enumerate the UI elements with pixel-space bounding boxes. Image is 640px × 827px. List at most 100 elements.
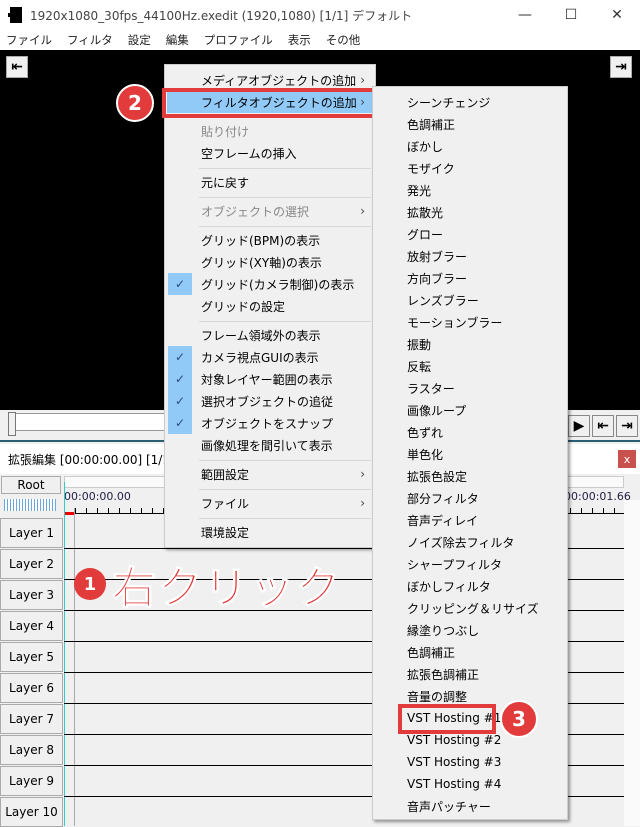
layer-6-button[interactable]: Layer 6 <box>0 673 63 703</box>
menu-file[interactable]: ファイル <box>6 32 52 48</box>
layer-8-button[interactable]: Layer 8 <box>0 735 63 765</box>
filter-item[interactable]: ぼかしフィルタ <box>407 575 491 597</box>
step-2-highlight <box>162 88 376 118</box>
ctx-paste[interactable]: 貼り付け <box>167 120 373 142</box>
filter-item[interactable]: 発光 <box>407 179 431 201</box>
ctx-file[interactable]: ファイル › <box>167 492 373 514</box>
filter-item[interactable]: 反転 <box>407 355 431 377</box>
filter-item[interactable]: 色調補正 <box>407 113 455 135</box>
filter-item[interactable]: モーションブラー <box>407 311 502 333</box>
ctx-label: 元に戻す <box>201 175 250 190</box>
layer-4-button[interactable]: Layer 4 <box>0 611 63 641</box>
menu-filter[interactable]: フィルタ <box>67 32 113 48</box>
ctx-snap-object[interactable]: ✓ オブジェクトをスナップ <box>167 412 373 434</box>
maximize-button[interactable]: ☐ <box>548 0 594 30</box>
play-icon[interactable]: ▶ <box>568 415 590 437</box>
ctx-label: グリッド(BPM)の表示 <box>201 233 321 248</box>
check-icon: ✓ <box>168 390 192 412</box>
ctx-label: 空フレームの挿入 <box>201 146 297 161</box>
filter-item[interactable]: クリッピング＆リサイズ <box>407 597 539 619</box>
check-icon: ✓ <box>168 346 192 368</box>
filter-item[interactable]: グロー <box>407 223 443 245</box>
prev-frame-icon[interactable]: ⇤ <box>6 56 28 78</box>
ctx-label: グリッドの設定 <box>201 299 286 314</box>
layer-5-button[interactable]: Layer 5 <box>0 642 63 672</box>
ctx-label: フレーム領域外の表示 <box>201 328 321 343</box>
cursor-line <box>64 482 65 826</box>
filter-item[interactable]: 色調補正 <box>407 641 455 663</box>
filter-item[interactable]: シーンチェンジ <box>407 91 490 113</box>
root-button[interactable]: Root <box>1 476 61 494</box>
ctx-label: 貼り付け <box>201 124 250 139</box>
filter-item[interactable]: VST Hosting #4 <box>407 773 501 795</box>
submenu-arrow-icon: › <box>360 73 365 87</box>
ctx-undo[interactable]: 元に戻す <box>167 171 373 193</box>
ctx-range-settings[interactable]: 範囲設定 › <box>167 463 373 485</box>
filter-item[interactable]: シャープフィルタ <box>407 553 502 575</box>
extended-edit-title: 拡張編集 [00:00:00.00] [1/1] <box>8 452 175 467</box>
ctx-preferences[interactable]: 環境設定 <box>167 521 373 543</box>
filter-item[interactable]: 方向ブラー <box>407 267 467 289</box>
filter-item[interactable]: 部分フィルタ <box>407 487 479 509</box>
go-end-icon[interactable]: ⇥ <box>616 415 638 437</box>
seek-thumb[interactable] <box>8 412 16 436</box>
layer-7-button[interactable]: Layer 7 <box>0 704 63 734</box>
step-1-label: 右クリック <box>112 563 342 615</box>
title-bar: 1920x1080_30fps_44100Hz.exedit (1920,108… <box>0 0 640 30</box>
ctx-outside-frame[interactable]: フレーム領域外の表示 <box>167 324 373 346</box>
filter-item[interactable]: ノイズ除去フィルタ <box>407 531 514 553</box>
menu-edit[interactable]: 編集 <box>166 32 189 48</box>
ctx-grid-camera[interactable]: ✓ グリッド(カメラ制御)の表示 <box>167 273 373 295</box>
filter-item[interactable]: 縁塗りつぶし <box>407 619 479 641</box>
filter-item[interactable]: 色ずれ <box>407 421 443 443</box>
filter-item[interactable]: VST Hosting #3 <box>407 751 501 773</box>
go-start-icon[interactable]: ⇤ <box>592 415 614 437</box>
extended-edit-close-button[interactable]: x <box>618 450 636 468</box>
filter-item[interactable]: 単色化 <box>407 443 443 465</box>
ctx-camera-gui[interactable]: ✓ カメラ視点GUIの表示 <box>167 346 373 368</box>
menu-settings[interactable]: 設定 <box>128 32 151 48</box>
filter-item[interactable]: レンズブラー <box>407 289 479 311</box>
menu-other[interactable]: その他 <box>326 32 361 48</box>
filter-item[interactable]: ぼかし <box>407 135 443 157</box>
filter-item[interactable]: 拡張色設定 <box>407 465 467 487</box>
filter-item[interactable]: 拡散光 <box>407 201 443 223</box>
minimize-button[interactable]: — <box>502 0 548 30</box>
close-button[interactable]: ✕ <box>594 0 640 30</box>
menu-separator <box>199 226 371 227</box>
layer-10-button[interactable]: Layer 10 <box>0 797 63 827</box>
ctx-grid-xy[interactable]: グリッド(XY軸)の表示 <box>167 251 373 273</box>
menu-bar: ファイル フィルタ 設定 編集 プロファイル 表示 その他 <box>0 30 640 50</box>
filter-item[interactable]: 拡張色調補正 <box>407 663 479 685</box>
filter-item[interactable]: 放射ブラー <box>407 245 467 267</box>
menu-profile[interactable]: プロファイル <box>204 32 273 48</box>
ctx-grid-settings[interactable]: グリッドの設定 <box>167 295 373 317</box>
menu-separator <box>199 197 371 198</box>
menu-separator <box>199 489 371 490</box>
timeline-vertical-scrollbar[interactable] <box>624 500 640 826</box>
next-frame-icon[interactable]: ⇥ <box>610 56 632 78</box>
ctx-layer-range[interactable]: ✓ 対象レイヤー範囲の表示 <box>167 368 373 390</box>
timeline-zoom-slider[interactable] <box>4 499 56 511</box>
ctx-select-object[interactable]: オブジェクトの選択 › <box>167 200 373 222</box>
submenu-arrow-icon: › <box>360 204 365 218</box>
layer-2-button[interactable]: Layer 2 <box>0 549 63 579</box>
filter-item[interactable]: 画像ループ <box>407 399 466 421</box>
filter-item[interactable]: 音声ディレイ <box>407 509 478 531</box>
ctx-label: 範囲設定 <box>201 467 250 482</box>
ctx-insert-empty-frame[interactable]: 空フレームの挿入 <box>167 142 373 164</box>
filter-item[interactable]: モザイク <box>407 157 455 179</box>
layer-9-button[interactable]: Layer 9 <box>0 766 63 796</box>
filter-item[interactable]: ラスター <box>407 377 455 399</box>
ctx-grid-bpm[interactable]: グリッド(BPM)の表示 <box>167 229 373 251</box>
context-menu: メディアオブジェクトの追加 › フィルタオブジェクトの追加 › 貼り付け 空フレーム… <box>164 64 376 548</box>
step-3-badge: 3 <box>500 700 538 738</box>
filter-item[interactable]: 振動 <box>407 333 431 355</box>
ctx-follow-selected[interactable]: ✓ 選択オブジェクトの追従 <box>167 390 373 412</box>
menu-view[interactable]: 表示 <box>288 32 311 48</box>
ctx-thin-processing[interactable]: 画像処理を間引いて表示 <box>167 434 373 456</box>
step-3-highlight <box>398 704 496 734</box>
filter-item[interactable]: 音声パッチャー <box>407 795 491 817</box>
layer-3-button[interactable]: Layer 3 <box>0 580 63 610</box>
layer-1-button[interactable]: Layer 1 <box>0 518 63 548</box>
